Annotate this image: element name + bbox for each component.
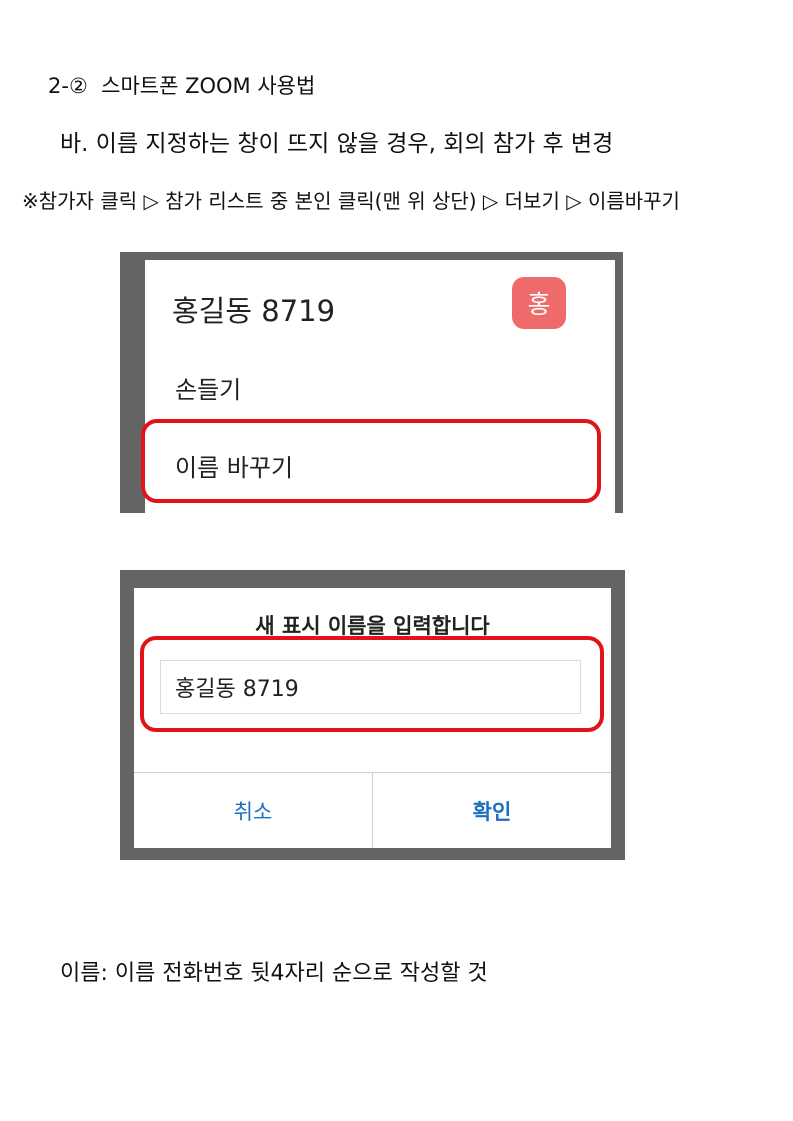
footer-instruction: 이름: 이름 전화번호 뒷4자리 순으로 작성할 것 xyxy=(60,961,488,986)
section-number: 2-② xyxy=(48,74,88,98)
participant-name: 홍길동 8719 xyxy=(172,294,336,328)
ok-button[interactable]: 확인 xyxy=(373,773,611,848)
section-heading: 2-② 스마트폰 ZOOM 사용법 xyxy=(48,70,315,100)
heading-suffix: 사용법 xyxy=(257,74,316,98)
avatar[interactable]: 홍 xyxy=(512,277,566,329)
menu-item-raise-hand[interactable]: 손들기 xyxy=(175,370,241,405)
heading-prefix: 스마트폰 xyxy=(101,74,179,98)
cancel-button[interactable]: 취소 xyxy=(134,773,372,848)
instruction-note: ※참가자 클릭 ▷ 참가 리스트 중 본인 클릭(맨 위 상단) ▷ 더보기 ▷… xyxy=(22,189,680,213)
heading-zoom: ZOOM xyxy=(185,74,251,98)
rename-highlight-box xyxy=(141,419,601,503)
input-highlight-box xyxy=(140,636,604,732)
subheading: 바. 이름 지정하는 창이 뜨지 않을 경우, 회의 참가 후 변경 xyxy=(60,131,614,157)
